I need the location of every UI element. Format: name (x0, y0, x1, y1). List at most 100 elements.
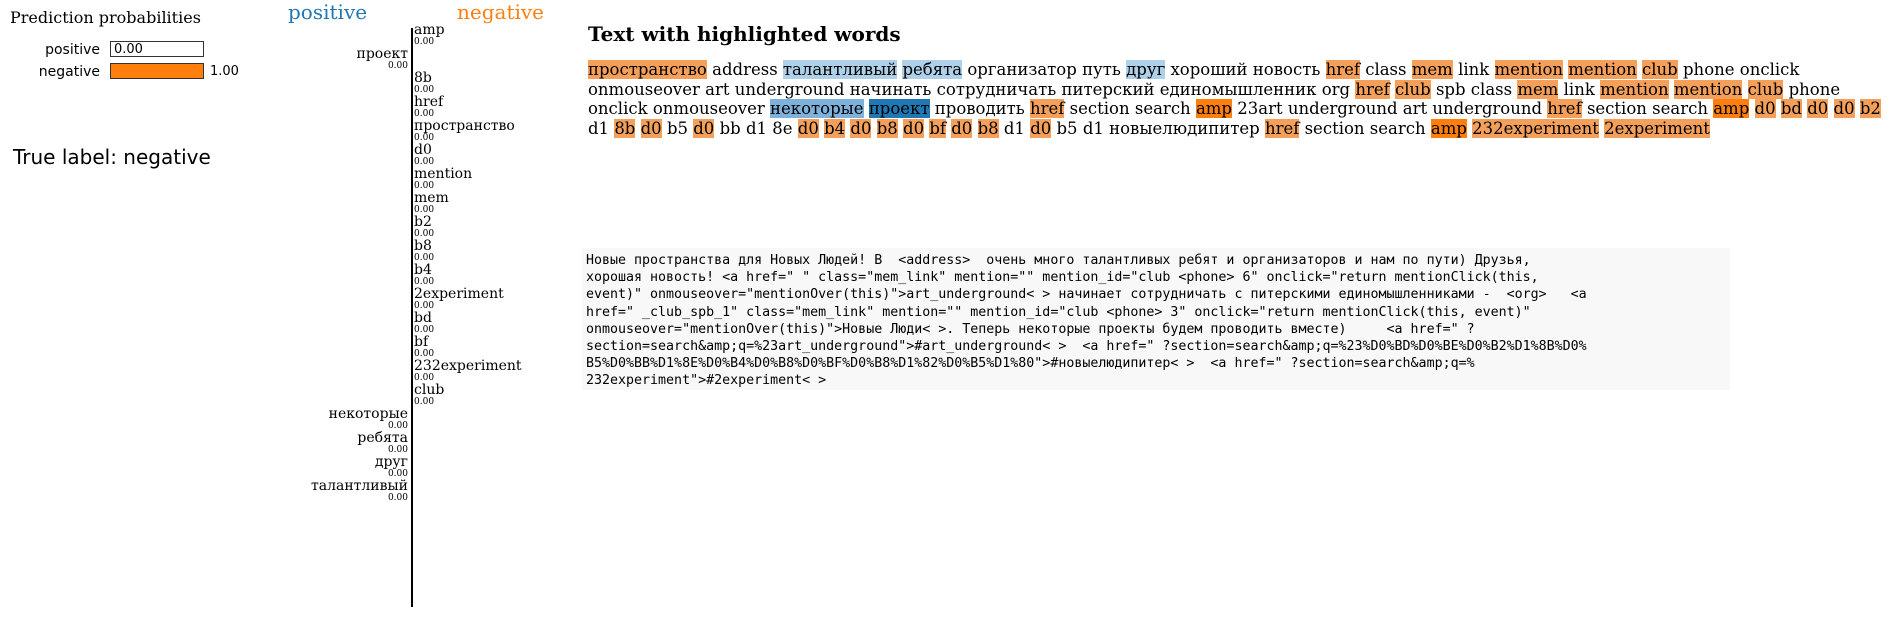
prob-bar-fill-negative (111, 64, 203, 78)
word: underground (734, 79, 845, 99)
prob-row-negative: negative 1.00 (0, 62, 260, 82)
word: spb (1435, 79, 1466, 99)
word: address (712, 60, 778, 79)
word: b5 (666, 118, 688, 138)
feature-name: пространство (414, 118, 515, 134)
feature-name: b4 (414, 262, 432, 278)
feature-name: bd (414, 310, 432, 326)
word: section (1304, 118, 1365, 138)
word: путь (1082, 60, 1121, 79)
highlighted-word: mention (1673, 79, 1743, 99)
feature-name: друг (374, 454, 408, 470)
highlighted-word: b8 (977, 118, 999, 138)
word: onmouseover (652, 99, 765, 119)
highlighted-word: href (1547, 99, 1582, 119)
highlighted-word: bf (929, 118, 946, 138)
highlighted-word: d0 (693, 118, 715, 138)
word: org (1321, 79, 1351, 99)
highlighted-word: amp (1713, 99, 1750, 119)
word: d1 (745, 118, 767, 138)
highlighted-word: mention (1494, 60, 1564, 79)
word: b5 (1056, 118, 1078, 138)
highlighted-word: amp (1430, 118, 1467, 138)
feature-weights-panel: positive negative amp 0.00 проект 0.00 8b 0.0… (270, 0, 560, 627)
highlighted-word: талантливый (782, 60, 898, 79)
word: search (1134, 99, 1191, 119)
highlighted-word: b4 (824, 118, 846, 138)
word: class (1365, 60, 1407, 79)
prob-bar-positive: 0.00 (110, 41, 204, 57)
highlighted-word: 2experiment (1604, 118, 1710, 138)
prob-label-negative: negative (38, 64, 100, 80)
word: единомышленник (1159, 79, 1317, 99)
word: underground (1287, 99, 1398, 119)
highlighted-word: проект (868, 99, 930, 119)
word: phone (1683, 60, 1735, 79)
highlighted-word: ребята (902, 60, 963, 79)
word: d1 (588, 118, 610, 138)
highlighted-text-body: пространство address талантливый ребята … (588, 60, 1888, 138)
feature-name: mem (414, 190, 449, 206)
highlighted-word: club (1642, 60, 1678, 79)
word: underground (1432, 99, 1543, 119)
word: art (705, 79, 730, 99)
prob-bar-negative (110, 63, 204, 79)
word: section (1586, 99, 1647, 119)
feature-name: b8 (414, 238, 432, 254)
feature-name: href (414, 94, 444, 110)
feature-header-negative: negative (457, 0, 545, 24)
feature-name: 232experiment (414, 358, 522, 374)
word: art (1402, 99, 1428, 119)
prob-value-negative: 1.00 (210, 64, 239, 79)
word: новость (1252, 60, 1321, 79)
word: питерский (1061, 79, 1155, 99)
word: 23art (1237, 99, 1283, 119)
word: class (1470, 79, 1513, 99)
feature-header-positive: positive (288, 0, 368, 24)
highlighted-word: пространство (588, 60, 707, 79)
word: хороший (1170, 60, 1248, 79)
word: сотрудничать (936, 79, 1057, 99)
highlighted-word: некоторые (770, 99, 864, 119)
word: организатор (967, 60, 1077, 79)
word: 8e (772, 118, 793, 138)
feature-name: mention (414, 166, 473, 182)
word: начинать (849, 79, 932, 99)
highlighted-word: b2 (1859, 99, 1881, 119)
highlighted-word: d0 (1833, 99, 1855, 119)
word: d1 (1082, 118, 1104, 138)
true-label: True label: negative (13, 145, 211, 169)
highlighted-word: 8b (614, 118, 636, 138)
word: новыелюдипитер (1109, 118, 1260, 138)
highlighted-word: club (1747, 79, 1784, 99)
word: search (1369, 118, 1426, 138)
word: section (1069, 99, 1130, 119)
highlighted-word: d0 (903, 118, 925, 138)
feature-name: некоторые (328, 406, 408, 422)
highlighted-word: mem (1517, 79, 1559, 99)
feature-name: 8b (414, 70, 432, 86)
prediction-probabilities-panel: Prediction probabilities positive 0.00 n… (0, 0, 260, 200)
highlighted-word: 232experiment (1472, 118, 1599, 138)
raw-text-block: Новые пространства для Новых Людей! В <a… (582, 248, 1730, 390)
word: onmouseover (588, 79, 700, 99)
feature-name: талантливый (311, 478, 408, 494)
highlighted-word: bd (1780, 99, 1802, 119)
word: onclick (588, 99, 648, 119)
feature-name: club (414, 382, 445, 398)
highlighted-word: href (1325, 60, 1360, 79)
highlighted-word: club (1394, 79, 1431, 99)
prediction-probabilities-title: Prediction probabilities (10, 8, 201, 27)
highlighted-word: mention (1568, 60, 1637, 79)
word: phone (1788, 79, 1841, 99)
highlighted-word: mention (1600, 79, 1669, 99)
word: search (1652, 99, 1708, 119)
highlighted-word: amp (1195, 99, 1232, 119)
highlighted-word: d0 (1754, 99, 1776, 119)
highlighted-word: d0 (797, 118, 819, 138)
highlighted-word: d0 (850, 118, 872, 138)
highlighted-word: d0 (951, 118, 973, 138)
feature-name: amp (414, 22, 445, 38)
word: d1 (1003, 118, 1025, 138)
highlighted-word: друг (1126, 60, 1166, 79)
